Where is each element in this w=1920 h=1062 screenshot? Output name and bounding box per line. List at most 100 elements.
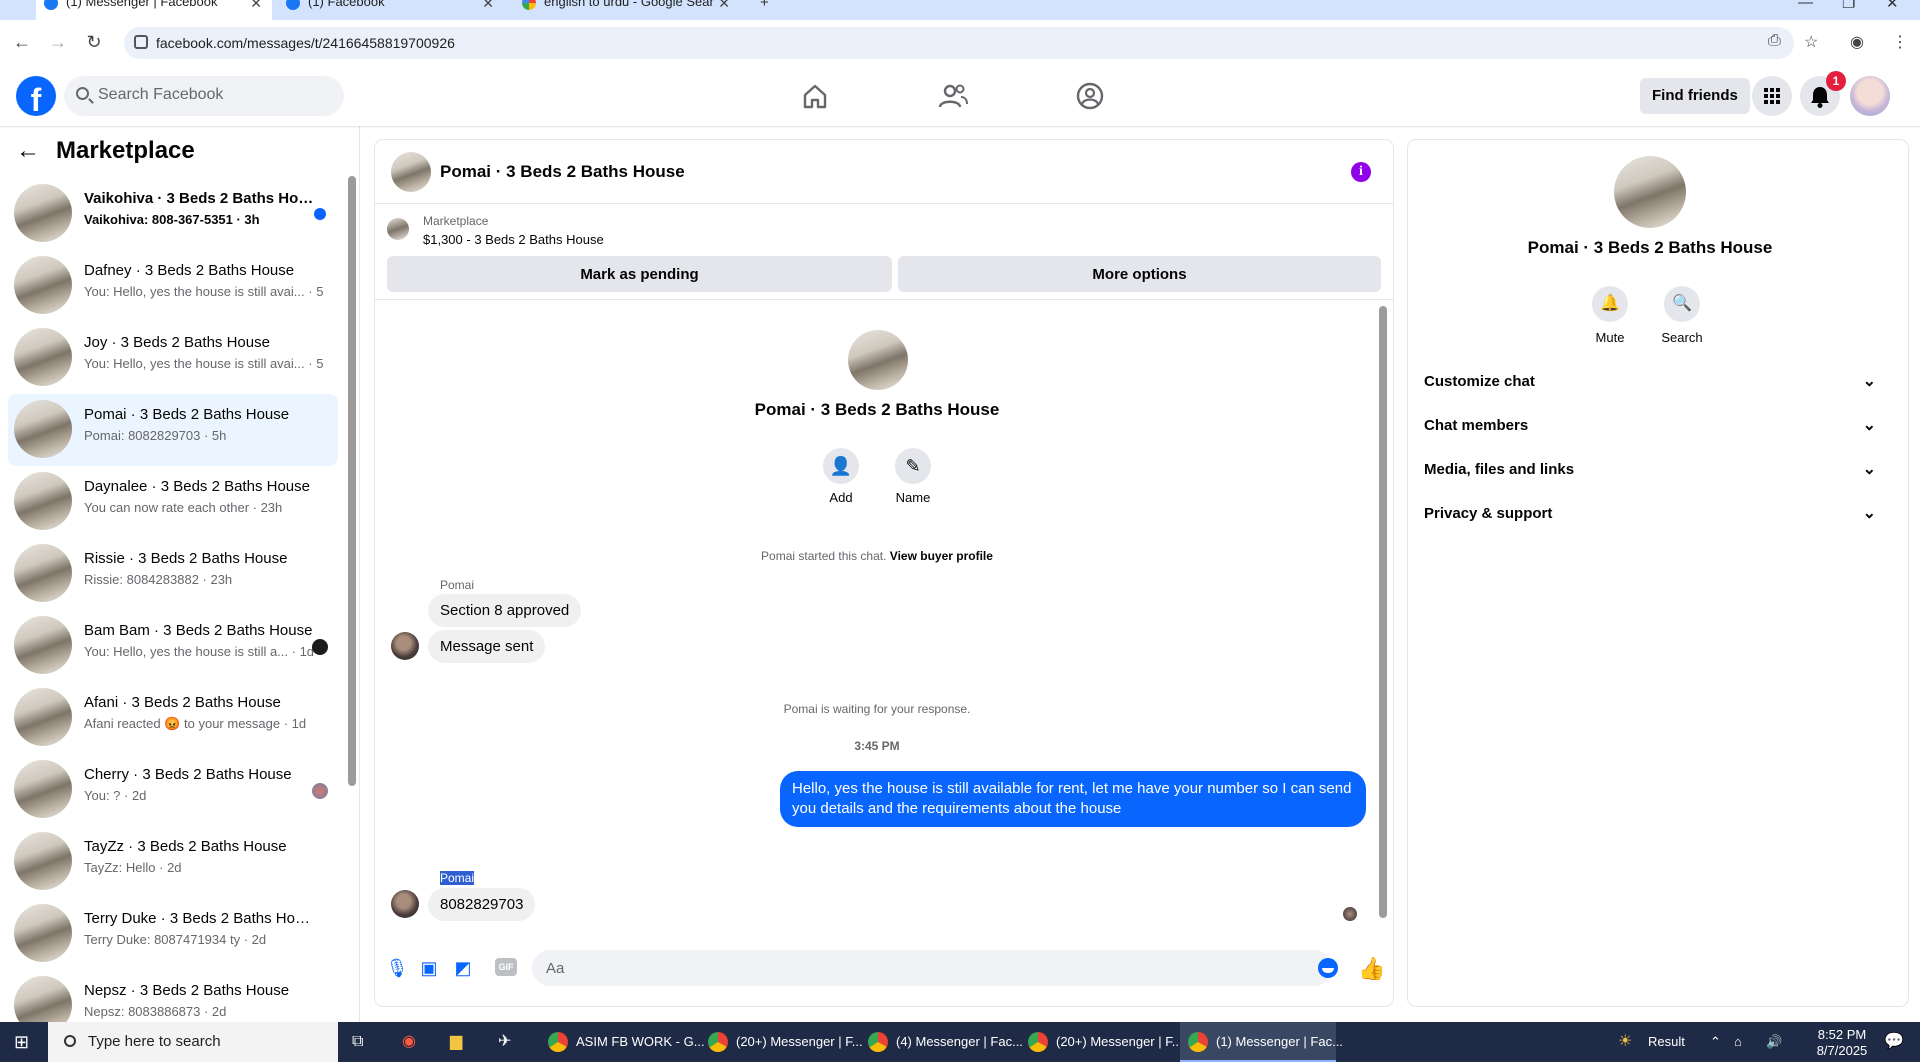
account-avatar[interactable]: [1850, 76, 1890, 116]
windows-start-icon[interactable]: ⊞: [14, 1022, 29, 1062]
gif-icon[interactable]: GIF: [495, 958, 517, 976]
facebook-logo-icon[interactable]: f: [16, 76, 56, 116]
scrollbar-thumb[interactable]: [1379, 306, 1387, 918]
search-input[interactable]: [98, 86, 328, 104]
app-icon[interactable]: ✈: [498, 1022, 511, 1062]
browser-menu-icon[interactable]: ⋮: [1892, 32, 1908, 52]
customize-chat-row[interactable]: Customize chat ⌄: [1424, 364, 1884, 400]
tab-messenger[interactable]: (1) Messenger | Facebook ✕: [36, 0, 272, 20]
privacy-support-row[interactable]: Privacy & support ⌄: [1424, 496, 1884, 532]
chevron-up-icon[interactable]: ⌃: [1710, 1022, 1721, 1062]
sender-avatar[interactable]: [391, 890, 419, 918]
back-arrow-icon[interactable]: ←: [16, 136, 46, 166]
chat-scrollbar[interactable]: [1379, 306, 1387, 922]
message-input[interactable]: [532, 950, 1332, 986]
conversation-item[interactable]: Joy · 3 Beds 2 Baths House You: Hello, y…: [8, 322, 338, 394]
url-field[interactable]: facebook.com/messages/t/2416645881970092…: [124, 27, 1794, 59]
new-tab-icon[interactable]: +: [760, 0, 769, 11]
details-profile-picture[interactable]: [1614, 156, 1686, 228]
scrollbar-thumb[interactable]: [348, 176, 356, 786]
conversation-snippet: Rissie: 8084283882 · 23h: [84, 572, 233, 587]
file-explorer-icon[interactable]: ▆: [450, 1022, 462, 1062]
mute-action[interactable]: 🔔 Mute: [1580, 286, 1640, 345]
volume-icon[interactable]: 🔊: [1766, 1022, 1782, 1062]
media-files-links-row[interactable]: Media, files and links ⌄: [1424, 452, 1884, 488]
taskbar-app[interactable]: (20+) Messenger | F...: [700, 1022, 863, 1062]
conversation-item[interactable]: Vaikohiva · 3 Beds 2 Baths House Vaikohi…: [8, 178, 338, 250]
network-icon[interactable]: ⌂: [1734, 1022, 1742, 1062]
incoming-message[interactable]: 8082829703: [428, 888, 536, 921]
reload-icon[interactable]: ↻: [82, 32, 106, 53]
site-info-icon[interactable]: [134, 35, 148, 49]
search-action[interactable]: 🔍 Search: [1652, 286, 1712, 345]
conversation-item[interactable]: Cherry · 3 Beds 2 Baths House You: ? · 2…: [8, 754, 338, 826]
chrome-icon: [868, 1032, 888, 1052]
conversation-item[interactable]: Rissie · 3 Beds 2 Baths House Rissie: 80…: [8, 538, 338, 610]
weather-text[interactable]: Result: [1648, 1022, 1685, 1062]
name-action[interactable]: ✎ Name: [883, 448, 943, 505]
facebook-search[interactable]: [64, 76, 344, 116]
close-tab-icon[interactable]: ✕: [718, 0, 730, 12]
friends-icon[interactable]: [935, 80, 971, 112]
info-icon[interactable]: i: [1351, 162, 1371, 182]
started-text: Pomai started this chat.: [761, 549, 887, 563]
app-icon[interactable]: ◉: [402, 1022, 416, 1062]
tab-google[interactable]: english to urdu - Google Search ✕: [514, 0, 740, 20]
conversation-item[interactable]: TayZz · 3 Beds 2 Baths House TayZz: Hell…: [8, 826, 338, 898]
back-icon[interactable]: ←: [10, 32, 34, 53]
thumbs-up-icon[interactable]: 👍: [1358, 956, 1385, 982]
conversation-item[interactable]: Afani · 3 Beds 2 Baths House Afani react…: [8, 682, 338, 754]
listing-price[interactable]: $1,300 - 3 Beds 2 Baths House: [423, 232, 604, 247]
menu-button[interactable]: [1752, 76, 1792, 116]
chat-title[interactable]: Pomai · 3 Beds 2 Baths House: [440, 162, 685, 182]
sticker-icon[interactable]: ◩: [451, 956, 475, 980]
facebook-header: f Find friends 1: [0, 68, 1920, 126]
conversation-item[interactable]: Daynalee · 3 Beds 2 Baths House You can …: [8, 466, 338, 538]
taskbar-app-label: (20+) Messenger | F...: [1056, 1034, 1183, 1049]
emoji-icon[interactable]: [1318, 958, 1338, 978]
incoming-message[interactable]: Section 8 approved: [428, 594, 582, 627]
clock[interactable]: 8:52 PM 8/7/2025: [1812, 1027, 1872, 1062]
taskbar-app[interactable]: (20+) Messenger | F...: [1020, 1022, 1183, 1062]
chevron-down-icon: ⌄: [1862, 373, 1876, 390]
mark-pending-button[interactable]: Mark as pending: [387, 256, 892, 292]
conversation-item[interactable]: Terry Duke · 3 Beds 2 Baths House Terry …: [8, 898, 338, 970]
sidebar-scrollbar[interactable]: [348, 176, 356, 786]
taskbar-app[interactable]: (1) Messenger | Fac...: [1180, 1022, 1343, 1062]
taskbar-app[interactable]: (4) Messenger | Fac...: [860, 1022, 1023, 1062]
taskbar-search[interactable]: Type here to search: [48, 1022, 338, 1062]
bookmark-star-icon[interactable]: ☆: [1804, 32, 1818, 52]
profile-icon[interactable]: ◉: [1850, 32, 1864, 52]
view-buyer-profile-link[interactable]: View buyer profile: [890, 549, 993, 563]
chat-members-row[interactable]: Chat members ⌄: [1424, 408, 1884, 444]
more-options-button[interactable]: More options: [898, 256, 1381, 292]
add-action[interactable]: 👤 Add: [811, 448, 871, 505]
find-friends-button[interactable]: Find friends: [1640, 78, 1750, 114]
minimize-icon[interactable]: —: [1798, 0, 1813, 11]
incoming-message[interactable]: Message sent: [428, 630, 546, 663]
task-view-icon[interactable]: ⧉: [352, 1022, 363, 1062]
notifications-icon[interactable]: 💬: [1884, 1022, 1904, 1062]
chevron-down-icon: ⌄: [1862, 417, 1876, 434]
microphone-icon[interactable]: 🎙: [385, 956, 409, 980]
close-tab-icon[interactable]: ✕: [482, 0, 494, 12]
install-app-icon[interactable]: ⎙: [1768, 32, 1781, 50]
sender-avatar[interactable]: [391, 632, 419, 660]
chat-listing-thumbnail[interactable]: [391, 152, 431, 192]
sidebar-header: ← Marketplace: [16, 136, 195, 166]
conversation-item[interactable]: Bam Bam · 3 Beds 2 Baths House You: Hell…: [8, 610, 338, 682]
home-icon[interactable]: [797, 80, 833, 112]
taskbar-app[interactable]: ASIM FB WORK - G...: [540, 1022, 705, 1062]
close-window-icon[interactable]: ✕: [1886, 0, 1899, 12]
listing-thumbnail: [14, 544, 72, 602]
weather-icon[interactable]: ☀: [1618, 1022, 1632, 1062]
tab-facebook[interactable]: (1) Facebook ✕: [278, 0, 504, 20]
conversation-item[interactable]: Pomai · 3 Beds 2 Baths House Pomai: 8082…: [8, 394, 338, 466]
close-tab-icon[interactable]: ✕: [250, 0, 262, 12]
groups-icon[interactable]: [1072, 80, 1108, 112]
conversation-item[interactable]: Dafney · 3 Beds 2 Baths House You: Hello…: [8, 250, 338, 322]
outgoing-message[interactable]: Hello, yes the house is still available …: [780, 771, 1366, 827]
forward-icon[interactable]: →: [46, 32, 70, 53]
maximize-icon[interactable]: ❐: [1842, 0, 1855, 12]
photo-icon[interactable]: ▣: [417, 956, 441, 980]
